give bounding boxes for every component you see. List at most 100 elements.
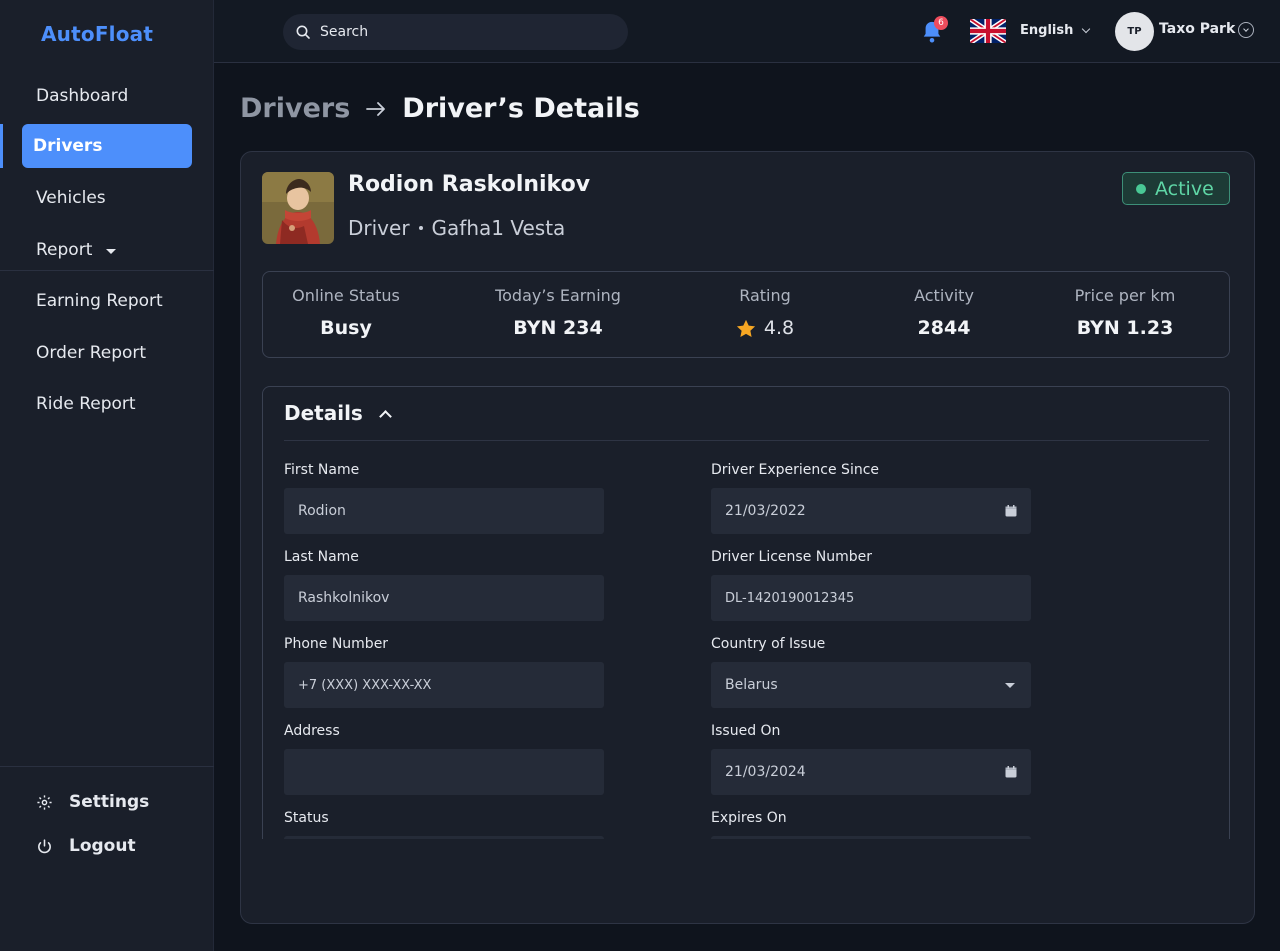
field-value: 21/03/2022 xyxy=(725,503,806,519)
field-value: DL-1420190012345 xyxy=(725,590,855,606)
field-value: Belarus xyxy=(725,677,778,693)
sidebar-item-vehicles[interactable]: Vehicles xyxy=(36,188,106,208)
sidebar-divider xyxy=(0,766,214,767)
stat-value: 2844 xyxy=(917,317,971,339)
notification-badge: 6 xyxy=(934,16,948,30)
rating-value: 4.8 xyxy=(763,317,795,339)
breadcrumb-drivers-link[interactable]: Drivers xyxy=(240,93,350,124)
address-field[interactable] xyxy=(284,749,604,795)
stat-label: Activity xyxy=(914,286,974,305)
field-value: Rodion xyxy=(298,503,346,519)
sidebar-item-label: Vehicles xyxy=(36,188,106,208)
status-badge: Active xyxy=(1122,172,1230,205)
dropdown-caret-icon xyxy=(1005,682,1015,688)
driver-company: Gafha1 Vesta xyxy=(431,216,566,240)
power-icon xyxy=(38,838,51,853)
status-label: Status xyxy=(284,810,329,826)
stat-label: Online Status xyxy=(292,286,400,305)
expires-on-label: Expires On xyxy=(711,810,787,826)
user-menu-button[interactable] xyxy=(1238,22,1254,38)
experience-since-label: Driver Experience Since xyxy=(711,462,880,478)
phone-number-label: Phone Number xyxy=(284,636,389,652)
issued-on-label: Issued On xyxy=(711,723,781,739)
user-name[interactable]: Taxo Park xyxy=(1159,21,1235,37)
details-section: Details First Name Rodion Last Name Rash… xyxy=(262,386,1230,839)
sidebar-item-earning-report[interactable]: Earning Report xyxy=(36,291,163,311)
stat-label: Rating xyxy=(739,286,791,305)
driver-role: Driver xyxy=(348,216,410,240)
driver-name: Rodion Raskolnikov xyxy=(348,172,591,197)
sidebar-item-drivers[interactable]: Drivers xyxy=(22,124,192,168)
status-label: Active xyxy=(1155,177,1214,200)
sidebar-divider xyxy=(0,270,214,271)
search-input[interactable]: Search xyxy=(283,14,628,50)
stat-value-rating: 4.8 xyxy=(715,317,815,339)
last-name-label: Last Name xyxy=(284,549,359,565)
field-value: 21/03/2024 xyxy=(725,764,806,780)
stat-label: Price per km xyxy=(1074,286,1176,305)
calendar-icon[interactable] xyxy=(1005,505,1017,517)
field-value: Rashkolnikov xyxy=(298,590,390,606)
avatar[interactable]: TP xyxy=(1115,12,1154,51)
phone-number-field[interactable]: +7 (XXX) XXX-XX-XX xyxy=(284,662,604,708)
sidebar-item-label: Drivers xyxy=(33,136,103,156)
sidebar-item-order-report[interactable]: Order Report xyxy=(36,343,146,363)
driver-subtitle: Driver Gafha1 Vesta xyxy=(348,216,565,240)
country-of-issue-select[interactable]: Belarus xyxy=(711,662,1031,708)
details-title: Details xyxy=(284,401,363,425)
sidebar: AutoFloat Dashboard Drivers Vehicles Rep… xyxy=(0,0,214,951)
search-icon xyxy=(296,25,310,39)
arrow-right-icon xyxy=(366,101,386,116)
uk-flag-icon[interactable] xyxy=(970,19,1006,43)
stat-activity: Activity 2844 xyxy=(894,286,994,339)
language-label: English xyxy=(1020,23,1074,38)
issued-on-date-field[interactable]: 21/03/2024 xyxy=(711,749,1031,795)
search-placeholder: Search xyxy=(320,24,369,40)
details-divider xyxy=(284,440,1209,441)
logout-button[interactable]: Logout xyxy=(36,836,136,856)
chevron-up-icon xyxy=(378,409,392,423)
status-dot-icon xyxy=(1136,183,1146,194)
driver-photo xyxy=(262,172,334,244)
stat-price-per-km: Price per km BYN 1.23 xyxy=(1059,286,1191,339)
license-number-field[interactable]: DL-1420190012345 xyxy=(711,575,1031,621)
gear-icon xyxy=(37,794,52,810)
topbar: Search 6 English TP Taxo Park xyxy=(214,0,1280,63)
settings-button[interactable]: Settings xyxy=(36,792,149,812)
separator-dot xyxy=(418,226,423,230)
sidebar-item-dashboard[interactable]: Dashboard xyxy=(36,86,128,106)
country-of-issue-label: Country of Issue xyxy=(711,636,826,652)
stats-panel: Online Status Busy Today’s Earning BYN 2… xyxy=(262,271,1230,358)
language-selector[interactable]: English xyxy=(1020,23,1091,38)
stat-value: Busy xyxy=(320,317,372,339)
stat-value: BYN 234 xyxy=(513,317,603,339)
experience-since-date-field[interactable]: 21/03/2022 xyxy=(711,488,1031,534)
app-logo[interactable]: AutoFloat xyxy=(41,22,153,46)
stat-rating: Rating 4.8 xyxy=(715,286,815,339)
caret-down-icon xyxy=(106,248,117,254)
status-field[interactable] xyxy=(284,836,604,839)
sidebar-item-label: Dashboard xyxy=(36,86,129,106)
sidebar-item-report[interactable]: Report xyxy=(36,240,117,260)
details-toggle[interactable]: Details xyxy=(284,401,392,425)
settings-label: Settings xyxy=(69,792,150,812)
sidebar-item-label: Earning Report xyxy=(36,291,163,311)
expires-on-date-field[interactable] xyxy=(711,836,1031,839)
logout-label: Logout xyxy=(69,836,136,856)
stat-online-status: Online Status Busy xyxy=(277,286,415,339)
first-name-label: First Name xyxy=(284,462,360,478)
sidebar-item-ride-report[interactable]: Ride Report xyxy=(36,394,136,414)
chevron-down-icon xyxy=(1243,26,1249,32)
sidebar-item-label: Ride Report xyxy=(36,394,136,414)
license-number-label: Driver License Number xyxy=(711,549,872,565)
stat-todays-earning: Today’s Earning BYN 234 xyxy=(479,286,637,339)
calendar-icon[interactable] xyxy=(1005,766,1017,778)
last-name-field[interactable]: Rashkolnikov xyxy=(284,575,604,621)
breadcrumb: Drivers Driver’s Details xyxy=(240,93,640,124)
stat-label: Today’s Earning xyxy=(495,286,621,305)
sidebar-item-label: Report xyxy=(36,240,93,260)
first-name-field[interactable]: Rodion xyxy=(284,488,604,534)
active-indicator xyxy=(0,124,3,168)
stat-value: BYN 1.23 xyxy=(1076,317,1174,339)
chevron-down-icon xyxy=(1082,24,1091,34)
